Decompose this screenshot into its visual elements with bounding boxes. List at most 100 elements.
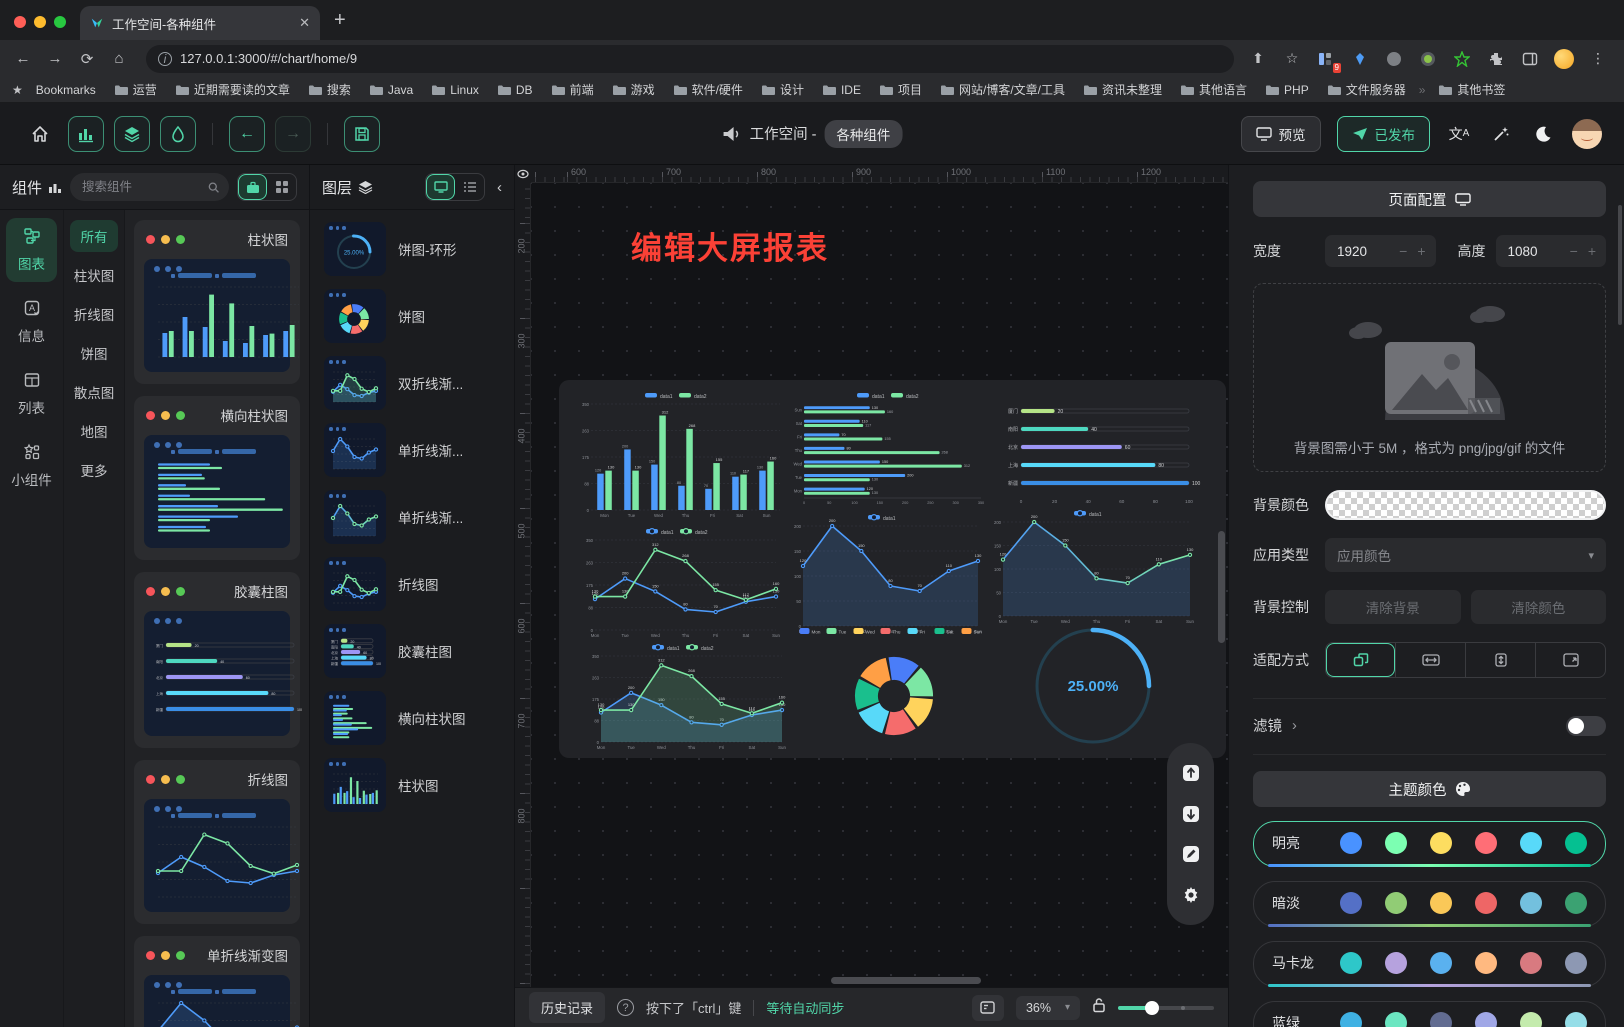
bookmark-item[interactable]: PHP — [1258, 79, 1316, 100]
fit-scale-button[interactable] — [1326, 643, 1395, 677]
component-card[interactable]: 横向柱状图 — [134, 396, 300, 560]
sidebar-item-info[interactable]: A信息 — [6, 290, 57, 354]
minimap-toggle-button[interactable] — [972, 995, 1004, 1021]
minimize-window-button[interactable] — [34, 16, 46, 28]
layer-item[interactable]: 单折线渐... — [324, 423, 514, 477]
layer-item[interactable]: 25.00%饼图-环形 — [324, 222, 514, 276]
category-饼图[interactable]: 饼图 — [70, 337, 118, 369]
language-icon[interactable]: 文A — [1446, 121, 1472, 147]
component-search[interactable] — [70, 173, 229, 201]
zoom-slider-knob[interactable] — [1145, 1001, 1159, 1015]
address-bar[interactable]: i 127.0.0.1:3000/#/chart/home/9 — [146, 45, 1234, 73]
extension-star-icon[interactable] — [1452, 49, 1472, 69]
bookmark-item[interactable]: 近期需要读的文章 — [168, 79, 297, 100]
lock-icon[interactable] — [1092, 997, 1106, 1018]
bookmark-star-icon[interactable]: ☆ — [1282, 49, 1302, 69]
layer-item[interactable]: 厦门20南阳40北京60上海80新疆100胶囊柱图 — [324, 624, 514, 678]
home-button[interactable]: ⌂ — [106, 46, 132, 72]
sidebar-toggle-icon[interactable] — [1520, 49, 1540, 69]
bookmark-item[interactable]: IDE — [815, 79, 868, 100]
home-icon-button[interactable] — [22, 116, 58, 152]
grid-view-toggle[interactable] — [267, 174, 296, 200]
background-color-swatch[interactable] — [1325, 490, 1606, 520]
fit-stretch-button[interactable] — [1535, 643, 1605, 677]
bookmarks-overflow[interactable]: » — [1417, 83, 1428, 97]
category-折线图[interactable]: 折线图 — [70, 298, 118, 330]
bookmark-item[interactable]: 软件/硬件 — [666, 79, 750, 100]
bookmark-item[interactable]: DB — [490, 79, 540, 100]
chart-widget-capsule[interactable]: 厦门20南阳40北京60上海80新疆100020406080100 — [999, 396, 1211, 506]
decrement-icon[interactable]: − — [1570, 243, 1578, 259]
details-toggle-button[interactable] — [160, 116, 196, 152]
magic-wand-icon[interactable] — [1488, 121, 1514, 147]
theme-row-明亮[interactable]: 明亮 — [1253, 821, 1606, 867]
canvas-vertical-scrollbar[interactable] — [1218, 531, 1225, 643]
download-action-button[interactable] — [1179, 802, 1203, 826]
fit-height-button[interactable] — [1465, 643, 1535, 677]
reload-button[interactable]: ⟳ — [74, 46, 100, 72]
background-upload-dropzone[interactable]: 背景图需小于 5M ，格式为 png/jpg/gif 的文件 — [1253, 283, 1606, 472]
filter-toggle[interactable] — [1566, 716, 1606, 736]
canvas-title-text[interactable]: 编辑大屏报表 — [631, 223, 829, 268]
chart-widget-hbar[interactable]: data1data2Sun130160Sat110117Fri70155Thu8… — [787, 390, 995, 506]
tab-close-icon[interactable]: ✕ — [299, 15, 310, 31]
canvas-horizontal-scrollbar[interactable] — [831, 977, 981, 984]
bookmark-item[interactable]: 运营 — [107, 79, 164, 100]
component-card[interactable]: 单折线渐变图 — [134, 936, 300, 1027]
theme-row-蓝绿[interactable]: 蓝绿 — [1253, 1001, 1606, 1027]
component-card[interactable]: 柱状图 — [134, 220, 300, 384]
help-icon[interactable]: ? — [617, 999, 634, 1016]
extension-green-icon[interactable] — [1418, 49, 1438, 69]
sidebar-item-chart[interactable]: 图表 — [6, 218, 57, 282]
redo-button[interactable]: → — [275, 116, 311, 152]
layer-list-view-toggle[interactable] — [455, 174, 484, 200]
bookmark-item[interactable]: 游戏 — [605, 79, 662, 100]
category-更多[interactable]: 更多 — [70, 454, 118, 486]
layer-item[interactable]: 柱状图 — [324, 758, 514, 812]
clear-background-button[interactable]: 清除背景 — [1325, 590, 1461, 624]
extensions-puzzle-icon[interactable] — [1486, 49, 1506, 69]
app-type-select[interactable]: 应用颜色 ▾ — [1325, 538, 1606, 572]
edit-action-button[interactable] — [1179, 842, 1203, 866]
other-bookmarks[interactable]: 其他书签 — [1431, 79, 1512, 100]
extension-gray-icon[interactable] — [1384, 49, 1404, 69]
category-所有[interactable]: 所有 — [70, 220, 118, 252]
save-button[interactable] — [344, 116, 380, 152]
bookmark-item[interactable]: 资讯未整理 — [1076, 79, 1169, 100]
layer-item[interactable]: 双折线渐... — [324, 356, 514, 410]
macos-traffic-lights[interactable] — [0, 16, 80, 40]
chart-widget-area2[interactable]: data1data2350263175880120200150807011013… — [585, 642, 787, 752]
components-toggle-button[interactable] — [68, 116, 104, 152]
browser-profile-avatar[interactable] — [1554, 49, 1574, 69]
dashboard-board[interactable]: data1data2350263175880Mon130120Tue130200… — [559, 380, 1226, 758]
chart-widget-pie[interactable]: MonTueWedThuFriSatSun — [791, 626, 997, 752]
project-name-pill[interactable]: 各种组件 — [824, 120, 902, 148]
clear-color-button[interactable]: 清除颜色 — [1471, 590, 1607, 624]
component-card[interactable]: 胶囊柱图厦门20南阳40北京60上海80新疆100 — [134, 572, 300, 748]
sidebar-item-table[interactable]: 列表 — [6, 362, 57, 426]
bookmark-item[interactable]: 项目 — [872, 79, 929, 100]
search-input[interactable] — [80, 179, 202, 195]
layer-item[interactable]: 饼图 — [324, 289, 514, 343]
chart-widget-ring[interactable]: 25.00% — [1005, 620, 1181, 748]
dark-mode-moon-icon[interactable] — [1530, 121, 1556, 147]
collapse-panel-icon[interactable]: ‹ — [493, 179, 502, 196]
upload-action-button[interactable] — [1179, 761, 1203, 785]
single-view-toggle[interactable] — [238, 174, 267, 200]
bookmarks-label[interactable]: Bookmarks — [29, 81, 103, 99]
history-button[interactable]: 历史记录 — [529, 992, 605, 1023]
chart-widget-bar[interactable]: data1data2350263175880Mon130120Tue130200… — [575, 390, 783, 520]
close-window-button[interactable] — [14, 16, 26, 28]
width-input[interactable] — [1335, 243, 1387, 260]
chevron-right-icon[interactable]: › — [1292, 718, 1297, 734]
pin-extension-icon[interactable] — [1350, 49, 1370, 69]
chart-widget-line2[interactable]: data1data2350263175880120200150807011013… — [579, 526, 781, 640]
chart-widget-linegrad[interactable]: data12001501005001202001508070110130MonT… — [987, 508, 1195, 626]
increment-icon[interactable]: + — [1588, 243, 1596, 259]
height-input[interactable] — [1506, 243, 1558, 260]
bookmark-item[interactable]: 其他语言 — [1173, 79, 1254, 100]
bookmark-item[interactable]: Linux — [424, 79, 486, 100]
bookmarks-star-icon[interactable]: ★ — [12, 83, 23, 97]
back-button[interactable]: ← — [10, 46, 36, 72]
category-柱状图[interactable]: 柱状图 — [70, 259, 118, 291]
